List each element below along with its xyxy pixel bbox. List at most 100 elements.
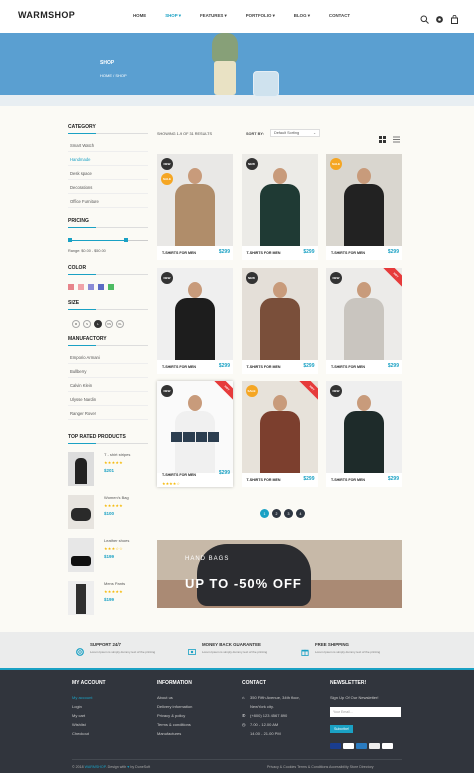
top-rated-item[interactable]: Women's Bag ★★★★★ $100 xyxy=(68,495,148,533)
color-swatch[interactable] xyxy=(88,284,94,290)
price-slider[interactable] xyxy=(68,236,148,246)
nav-features[interactable]: FEATURES ▾ xyxy=(200,13,227,19)
footer-link[interactable]: Terms & conditions xyxy=(157,722,192,727)
page-button[interactable]: 1 xyxy=(260,509,269,518)
footer-policy-links[interactable]: Privacy & Cookies Terms & Conditions Acc… xyxy=(267,765,374,769)
heart-icon[interactable] xyxy=(195,432,207,442)
sort-select[interactable]: Default Sorting ⌄ xyxy=(270,129,320,137)
product-card[interactable]: NEW T-SHIRTS FOR MEN $299 xyxy=(241,267,318,374)
color-swatch[interactable] xyxy=(98,284,104,290)
manufactory-item[interactable]: Ranger Rover xyxy=(68,406,148,420)
product-card[interactable]: NEW HOT ★★★★☆ T-SHIRTS FOR MEN $299 xyxy=(157,381,233,487)
product-thumbnail[interactable] xyxy=(68,581,94,615)
gear-icon[interactable] xyxy=(435,11,444,23)
color-swatch[interactable] xyxy=(78,284,84,290)
product-title[interactable]: T-SHIRTS FOR MEN xyxy=(247,251,281,255)
top-rated-item[interactable]: T - shirt stripes ★★★★★ $201 xyxy=(68,452,148,490)
product-thumbnail[interactable] xyxy=(68,538,94,572)
product-title[interactable]: T-SHIRTS FOR MEN xyxy=(247,478,281,482)
color-swatch[interactable] xyxy=(108,284,114,290)
footer-link[interactable]: Delivery information xyxy=(157,704,192,709)
search-icon[interactable] xyxy=(420,11,429,24)
logo[interactable]: WARMSHOP xyxy=(18,10,75,20)
product-title[interactable]: T-SHIRTS FOR MEN xyxy=(162,365,196,369)
cart-icon[interactable] xyxy=(450,11,459,24)
copyright-brand[interactable]: WARMSHOP xyxy=(85,765,106,769)
breadcrumb[interactable]: HOME / SHOP xyxy=(100,73,127,78)
price-slider-max-handle[interactable] xyxy=(124,238,129,242)
newsletter-email-input[interactable]: Your Email... xyxy=(330,707,401,717)
page-button[interactable]: 4 xyxy=(296,509,305,518)
category-item[interactable]: Office Furniture xyxy=(68,194,148,208)
feature-title: MONEY BACK GUARANTEE xyxy=(202,642,261,647)
subscribe-button[interactable]: Subcribe! xyxy=(330,725,354,733)
page-button[interactable]: 2 xyxy=(272,509,281,518)
manufactory-item[interactable]: Ulysse Nardin xyxy=(68,392,148,406)
top-rated-name[interactable]: Mens Pants xyxy=(104,581,125,586)
product-title[interactable]: T-SHIRTS FOR MEN xyxy=(331,478,365,482)
product-card[interactable]: NEW SALE T-SHIRTS FOR MEN $299 xyxy=(157,154,233,260)
top-rated-name[interactable]: T - shirt stripes xyxy=(104,452,130,457)
size-option[interactable]: L xyxy=(94,320,102,328)
product-price: $299 xyxy=(218,249,230,255)
footer-link[interactable]: Wishlist xyxy=(72,722,106,727)
size-option[interactable]: M xyxy=(72,320,80,328)
product-card[interactable]: NEW T-SHIRTS FOR MEN $299 xyxy=(326,381,402,487)
product-card[interactable]: NEW T-SHIRTS FOR MEN $299 xyxy=(157,267,233,374)
handbag-image xyxy=(197,544,311,606)
category-item[interactable]: Desk space xyxy=(68,166,148,180)
footer-link[interactable]: My account xyxy=(72,695,106,700)
nav-home[interactable]: HOME xyxy=(133,13,146,19)
top-rated-item[interactable]: Mens Pants ★★★★★ $199 xyxy=(68,581,148,619)
product-price: $299 xyxy=(303,362,315,369)
product-card[interactable]: NEW T-SHIRTS FOR MEN $299 xyxy=(241,154,318,260)
top-rated-name[interactable]: Leather shoes xyxy=(104,538,129,543)
star-rating: ★★★★★ xyxy=(104,589,123,594)
product-thumbnail[interactable] xyxy=(68,495,94,529)
expand-icon[interactable] xyxy=(207,432,219,442)
manufactory-item[interactable]: Bullberry xyxy=(68,364,148,378)
product-card[interactable]: SALE HOT T-SHIRTS FOR MEN $299 xyxy=(241,381,318,487)
promo-banner[interactable]: HAND BAGS UP TO -50% OFF xyxy=(157,540,402,608)
category-item[interactable]: Handmade xyxy=(68,152,148,166)
page-button[interactable]: 3 xyxy=(284,509,293,518)
product-title[interactable]: T-SHIRTS FOR MEN xyxy=(331,251,365,255)
footer-link[interactable]: About us xyxy=(157,695,192,700)
cart-icon[interactable] xyxy=(171,432,183,442)
product-grid: NEW SALE T-SHIRTS FOR MEN $299 NEW T-SHIRTS F… xyxy=(157,154,402,487)
nav-portfolio[interactable]: PORTFOLIO ▾ xyxy=(246,13,275,19)
size-option[interactable]: S xyxy=(83,320,91,328)
color-swatch[interactable] xyxy=(68,284,74,290)
manufactory-item[interactable]: Calvin Klein xyxy=(68,378,148,392)
product-card[interactable]: NEW HOT T-SHIRTS FOR MEN $299 xyxy=(326,267,402,374)
footer-link[interactable]: Privacy & policy xyxy=(157,713,192,718)
footer-link[interactable]: Checkout xyxy=(72,731,106,736)
search-icon[interactable] xyxy=(183,432,195,442)
shop-toolbar: SHOWING 1-9 OF 31 RESULTS SORT BY: Defau… xyxy=(157,129,402,143)
category-item[interactable]: Smart Watch xyxy=(68,138,148,152)
nav-contact[interactable]: CONTACT xyxy=(329,13,350,19)
size-option[interactable]: XS xyxy=(105,320,113,328)
size-option[interactable]: XL xyxy=(116,320,124,328)
product-title[interactable]: T-SHIRTS FOR MEN xyxy=(162,251,196,255)
sale-badge: SALE xyxy=(161,173,173,185)
category-item[interactable]: Decorations xyxy=(68,180,148,194)
grid-view-icon[interactable] xyxy=(379,130,386,143)
product-title[interactable]: T-SHIRTS FOR MEN xyxy=(162,473,196,477)
top-rated-name[interactable]: Women's Bag xyxy=(104,495,129,500)
product-title[interactable]: T-SHIRTS FOR MEN xyxy=(331,365,365,369)
footer-link[interactable]: Login xyxy=(72,704,106,709)
manufactory-item[interactable]: Emporio Armani xyxy=(68,350,148,364)
list-view-icon[interactable] xyxy=(393,130,400,143)
product-title[interactable]: T-SHIRTS FOR MEN xyxy=(247,365,281,369)
footer-link[interactable]: My cart xyxy=(72,713,106,718)
price-slider-min-handle[interactable] xyxy=(68,238,72,242)
nav-shop[interactable]: SHOP ▾ xyxy=(165,13,181,19)
footer-heading: MY ACCOUNT xyxy=(72,680,106,686)
price-range: Range: $0.00 - $50.00 xyxy=(68,249,106,253)
product-thumbnail[interactable] xyxy=(68,452,94,486)
nav-blog[interactable]: BLOG ▾ xyxy=(294,13,310,19)
product-card[interactable]: SALE T-SHIRTS FOR MEN $299 xyxy=(326,154,402,260)
top-rated-item[interactable]: Leather shoes ★★★☆☆ $199 xyxy=(68,538,148,576)
footer-link[interactable]: Manufactures xyxy=(157,731,192,736)
